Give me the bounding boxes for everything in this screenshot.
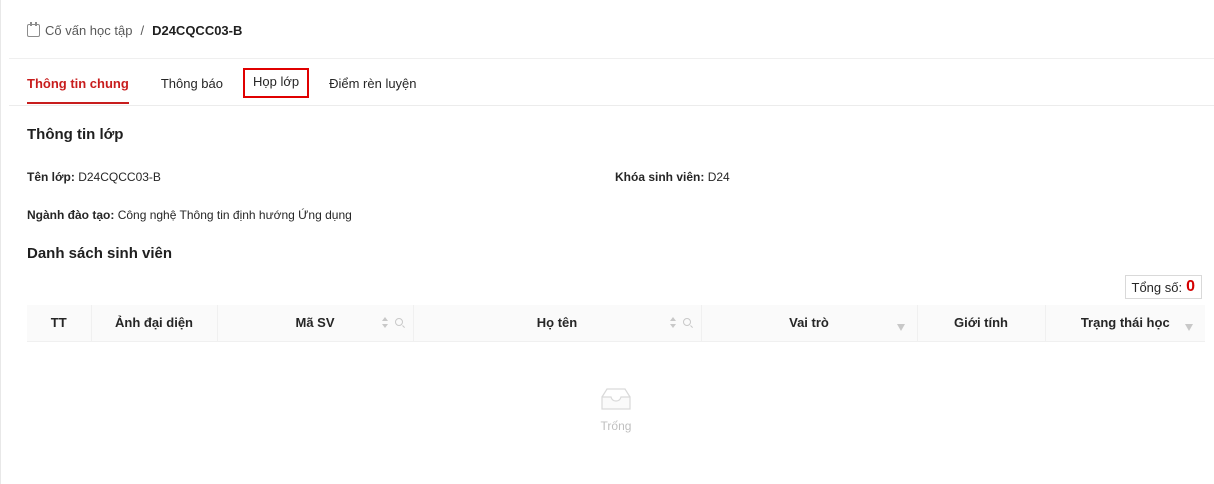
table-header-row: TT Ảnh đại diện Mã SV Họ tên Vai trò Giớ…	[27, 305, 1205, 342]
filter-icon[interactable]	[896, 324, 905, 331]
class-name-field: Tên lớp: D24CQCC03-B	[27, 170, 161, 184]
column-header-role[interactable]: Vai trò	[701, 305, 918, 342]
empty-cell: Trống	[27, 341, 1205, 484]
sort-icon[interactable]	[669, 317, 677, 328]
total-value: 0	[1186, 278, 1195, 295]
tab-divider	[9, 105, 1214, 106]
column-header-tt: TT	[27, 305, 92, 342]
column-label-gender: Giới tính	[953, 315, 1008, 331]
class-info-title: Thông tin lớp	[27, 126, 124, 143]
breadcrumb-parent-link[interactable]: Cố vấn học tập	[45, 23, 132, 38]
breadcrumb: Cố vấn học tập / D24CQCC03-B	[27, 22, 243, 38]
calendar-icon	[27, 22, 40, 37]
breadcrumb-divider	[9, 58, 1214, 59]
filter-icon[interactable]	[1185, 324, 1193, 331]
column-label-study-status: Trạng thái học	[1080, 315, 1170, 331]
cohort-value: D24	[707, 170, 730, 184]
tab-class-meeting[interactable]: Họp lớp	[242, 68, 310, 98]
column-label-student-id: Mã SV	[295, 315, 335, 331]
column-label-full-name: Họ tên	[536, 315, 578, 331]
empty-row: Trống	[27, 341, 1205, 484]
column-header-full-name[interactable]: Họ tên	[413, 305, 702, 342]
page: Cố vấn học tập / D24CQCC03-B Thông tin c…	[0, 0, 1214, 484]
search-icon[interactable]	[682, 318, 691, 326]
column-label-avatar: Ảnh đại diện	[115, 315, 193, 331]
tab-conduct-score[interactable]: Điểm rèn luyện	[329, 68, 416, 104]
cohort-field: Khóa sinh viên: D24	[615, 170, 730, 184]
tab-notifications[interactable]: Thông báo	[161, 68, 223, 104]
column-label-tt: TT	[50, 315, 67, 331]
column-header-study-status[interactable]: Trạng thái học	[1045, 305, 1205, 342]
class-name-label: Tên lớp	[27, 170, 71, 184]
student-list-title: Danh sách sinh viên	[27, 245, 173, 262]
major-label: Ngành đào tạo	[27, 208, 111, 222]
cohort-label: Khóa sinh viên	[615, 170, 701, 184]
search-icon[interactable]	[394, 318, 403, 326]
tab-bar: Thông tin chung Thông báo Họp lớp Điểm r…	[27, 68, 449, 104]
student-table: TT Ảnh đại diện Mã SV Họ tên Vai trò Giớ…	[27, 305, 1205, 484]
total-count-badge: Tổng số: 0	[1124, 275, 1202, 299]
empty-state: Trống	[599, 387, 633, 433]
tab-general-info[interactable]: Thông tin chung	[27, 68, 129, 104]
empty-text: Trống	[600, 418, 632, 433]
class-name-value: D24CQCC03-B	[78, 170, 161, 184]
breadcrumb-separator: /	[140, 23, 145, 38]
breadcrumb-current: D24CQCC03-B	[152, 23, 243, 38]
empty-inbox-icon	[599, 387, 633, 411]
major-value: Công nghệ Thông tin định hướng Ứng dụng	[117, 208, 352, 222]
sort-icon[interactable]	[381, 317, 389, 328]
column-header-avatar: Ảnh đại diện	[91, 305, 218, 342]
column-header-student-id[interactable]: Mã SV	[217, 305, 414, 342]
major-field: Ngành đào tạo: Công nghệ Thông tin định …	[27, 208, 352, 222]
column-header-gender: Giới tính	[917, 305, 1046, 342]
column-label-role: Vai trò	[789, 315, 829, 331]
total-label: Tổng số:	[1131, 279, 1183, 295]
